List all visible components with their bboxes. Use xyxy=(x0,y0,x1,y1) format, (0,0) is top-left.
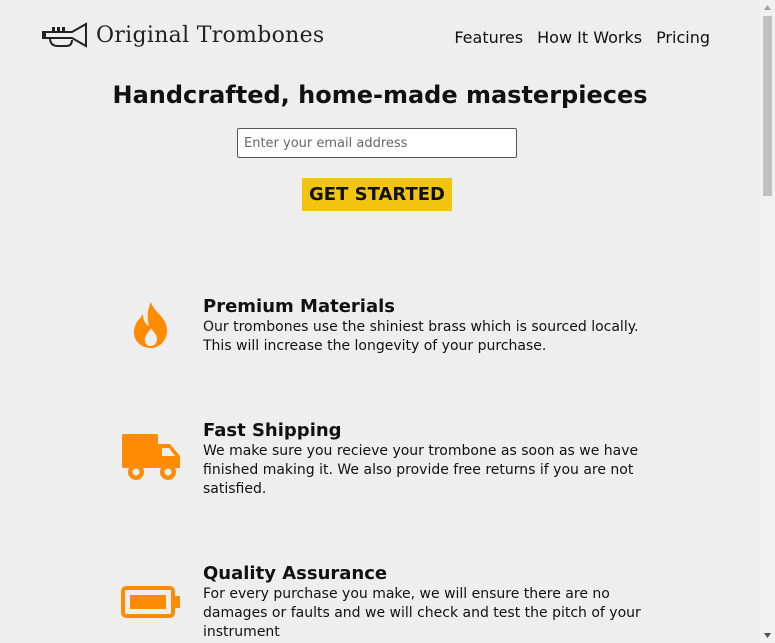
feature-text: Quality Assurance For every purchase you… xyxy=(203,563,643,642)
landing-page: Original Trombones Features How It Works… xyxy=(0,0,775,643)
nav-link-pricing[interactable]: Pricing xyxy=(656,28,710,47)
brand-name: Original Trombones xyxy=(96,23,325,48)
battery-icon xyxy=(118,577,184,627)
header: Original Trombones Features How It Works… xyxy=(0,0,760,70)
feature-description: For every purchase you make, we will ens… xyxy=(203,586,641,640)
hero-title: Handcrafted, home-made masterpieces xyxy=(112,81,648,109)
vertical-scrollbar[interactable] xyxy=(760,0,775,643)
main-nav: Features How It Works Pricing xyxy=(454,28,710,47)
fire-icon xyxy=(118,300,184,350)
email-input[interactable] xyxy=(237,128,517,158)
trumpet-icon xyxy=(42,22,87,48)
feature-title: Premium Materials xyxy=(203,296,395,317)
feature-text: Fast Shipping We make sure you recieve y… xyxy=(203,420,643,499)
get-started-button[interactable]: GET STARTED xyxy=(302,178,452,211)
feature-description: Our trombones use the shiniest brass whi… xyxy=(203,319,639,354)
feature-title: Fast Shipping xyxy=(203,420,342,441)
feature-description: We make sure you recieve your trombone a… xyxy=(203,443,639,497)
feature-text: Premium Materials Our trombones use the … xyxy=(203,296,643,356)
brand-logo[interactable]: Original Trombones xyxy=(42,22,325,50)
nav-link-features[interactable]: Features xyxy=(454,28,523,47)
feature-title: Quality Assurance xyxy=(203,563,388,584)
scroll-up-arrow-icon[interactable] xyxy=(760,0,775,15)
scrollbar-thumb[interactable] xyxy=(763,16,772,196)
scroll-down-arrow-icon[interactable] xyxy=(760,628,775,643)
truck-icon xyxy=(118,432,184,482)
nav-link-how-it-works[interactable]: How It Works xyxy=(537,28,642,47)
